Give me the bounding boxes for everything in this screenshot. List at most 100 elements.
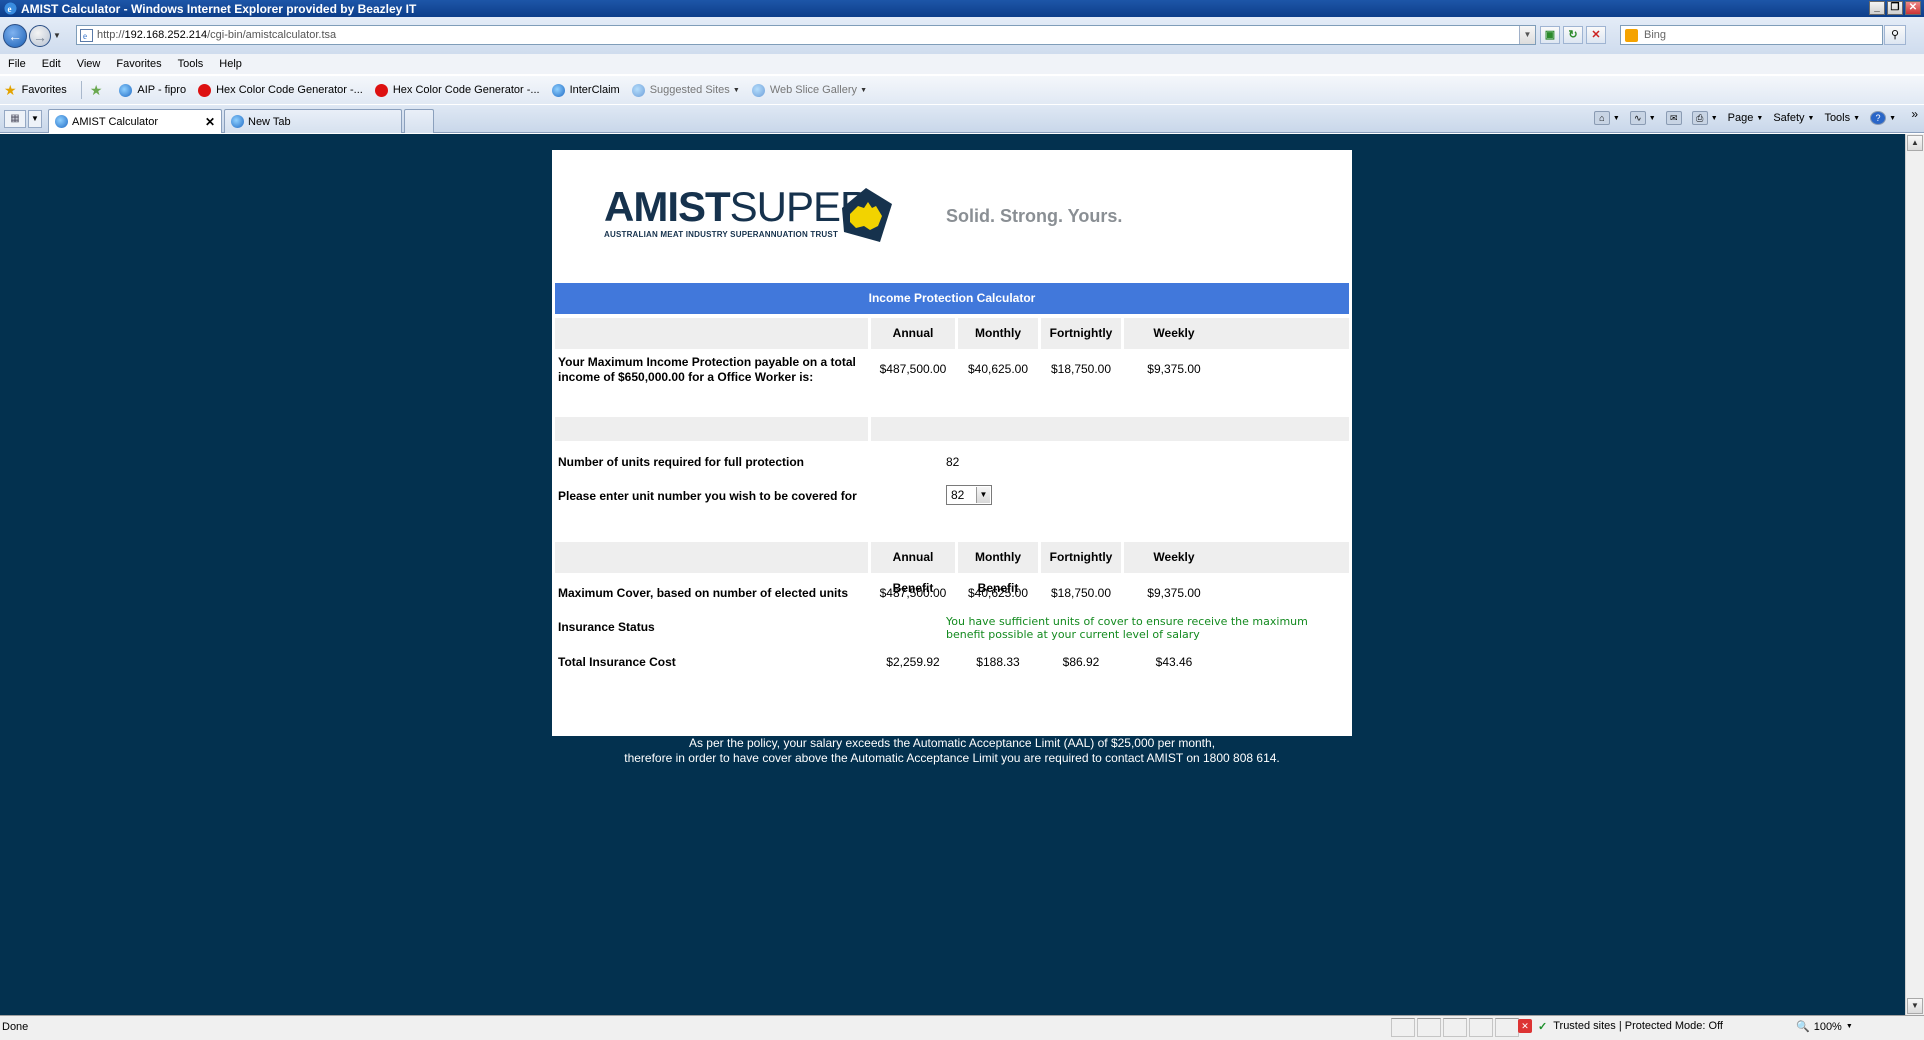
table1-header-monthly: Monthly [958,318,1038,349]
command-bar: ⌂ ▼ ∿ ▼ ✉ ⎙ ▼ Page ▼ Safety ▼ Tools ▼ ? ▼ [1593,111,1896,125]
table2-header-fortnightly: Fortnightly [1041,542,1121,573]
help-icon: ? [1870,111,1887,125]
ie-page-icon [119,83,133,97]
table1-header-blank [555,318,868,349]
tagline: Solid. Strong. Yours. [946,206,1123,226]
menu-view[interactable]: View [77,58,101,70]
forward-button[interactable]: → [29,24,51,47]
favorite-link-aip[interactable]: AIP - fipro [119,83,186,97]
ie-page-icon [751,83,765,97]
favorite-link-hex-2[interactable]: Hex Color Code Generator -... [374,83,540,97]
tab-amist-calculator[interactable]: AMIST Calculator ✕ [48,109,222,133]
tab-label: AMIST Calculator [72,115,158,128]
chevron-down-icon: ▼ [1853,114,1861,122]
status-pane [1495,1018,1519,1037]
url-field[interactable]: e http://192.168.252.214/cgi-bin/amistca… [76,25,1536,45]
total-cost-fortnightly: $86.92 [1062,655,1100,669]
tools-menu-button[interactable]: Tools ▼ [1824,112,1860,124]
home-button[interactable]: ⌂ ▼ [1593,111,1620,125]
star-icon: ★ [4,81,17,98]
calculator-card: AMISTSUPER AUSTRALIAN MEAT INDUSTRY SUPE… [552,150,1352,736]
ie-page-icon [231,115,244,128]
scroll-down-arrow[interactable]: ▼ [1907,998,1923,1014]
table2-header-monthly-benefit: Monthly Benefit [958,542,1038,595]
restore-button[interactable]: ❐ [1887,1,1903,15]
favorite-link-label: Web Slice Gallery [769,84,858,96]
search-field[interactable]: Bing [1620,25,1883,45]
chevron-down-icon: ▼ [860,86,868,94]
favorite-link-suggested-sites[interactable]: Suggested Sites ▼ [631,83,740,97]
close-window-button[interactable]: ✕ [1905,1,1921,15]
status-pane [1391,1018,1415,1037]
favorite-link-web-slice-gallery[interactable]: Web Slice Gallery ▼ [751,83,868,97]
table1-header-weekly: Weekly [1153,326,1195,340]
mail-button[interactable]: ✉ [1665,111,1682,125]
stop-button[interactable]: ✕ [1586,26,1606,44]
vertical-scrollbar[interactable]: ▲ ▼ [1905,134,1924,1015]
security-zone[interactable]: ✕ ✓ Trusted sites | Protected Mode: Off [1518,1019,1723,1033]
table2-header-annual-benefit: Annual Benefit [871,542,955,595]
minimize-button[interactable]: _ [1869,1,1885,15]
separator-row-right [871,417,1349,441]
insurance-status-label: Insurance Status [558,620,655,634]
page-menu-label: Page [1727,112,1754,124]
favorites-label: Favorites [21,84,67,96]
new-tab-button[interactable] [404,109,434,133]
url-scheme: http:// [97,29,125,41]
more-commands-icon[interactable]: » [1911,107,1918,121]
quick-tabs-button[interactable]: ▦ [4,110,26,128]
favorite-link-label: Hex Color Code Generator -... [216,84,363,96]
chevron-down-icon[interactable]: ▼ [976,487,990,503]
tab-list-dropdown[interactable]: ▼ [28,110,42,128]
tab-new-tab[interactable]: New Tab [224,109,402,133]
max-cover-label: Maximum Cover, based on number of electe… [558,586,849,600]
tab-row: ▦ ▼ AMIST Calculator ✕ New Tab ⌂ ▼ ∿ ▼ ✉ ⎙… [0,105,1924,133]
chevron-down-icon: ▼ [1845,1023,1853,1030]
menu-edit[interactable]: Edit [42,58,61,70]
recent-pages-dropdown[interactable]: ▼ [53,31,63,40]
menu-tools[interactable]: Tools [178,58,204,70]
table2-header-blank [555,542,868,573]
refresh-button[interactable]: ↻ [1563,26,1583,44]
page-menu-button[interactable]: Page ▼ [1728,112,1764,124]
home-icon: ⌂ [1593,111,1610,125]
feeds-button[interactable]: ∿ ▼ [1629,111,1656,125]
ie-page-icon [55,115,68,128]
zoom-icon: 🔍 [1796,1021,1810,1033]
menu-bar: File Edit View Favorites Tools Help [0,54,1924,74]
compatibility-view-button[interactable]: ▣ [1540,26,1560,44]
status-panes [1391,1018,1519,1037]
status-pane [1469,1018,1493,1037]
ie-icon: e [4,2,17,15]
add-favorite-icon: ★ [89,81,103,98]
svg-text:e: e [8,4,12,14]
favorite-link-interclaim[interactable]: InterClaim [551,83,620,97]
favorite-link-label: Hex Color Code Generator -... [392,84,540,96]
close-tab-icon[interactable]: ✕ [205,115,215,129]
print-button[interactable]: ⎙ ▼ [1691,111,1718,125]
chevron-down-icon: ▼ [1807,114,1815,122]
calculator-title-bar: Income Protection Calculator [555,283,1349,314]
favorite-link-label: Suggested Sites [649,84,730,96]
scroll-up-arrow[interactable]: ▲ [1907,135,1923,151]
menu-help[interactable]: Help [219,58,242,70]
menu-file[interactable]: File [8,58,26,70]
unit-number-select[interactable]: 82 ▼ [946,485,992,505]
chevron-down-icon: ▼ [1648,114,1656,122]
url-dropdown-button[interactable]: ▼ [1519,26,1535,44]
help-button[interactable]: ? ▼ [1870,111,1896,125]
back-button[interactable]: ← [3,23,27,48]
search-button[interactable]: ⚲ [1884,25,1906,45]
add-to-favorites-bar-button[interactable]: ★ [89,81,108,98]
svg-text:e: e [83,31,87,41]
favorites-separator [80,81,82,99]
menu-favorites[interactable]: Favorites [116,58,161,70]
unit-number-selected: 82 [951,488,965,502]
tools-menu-label: Tools [1824,112,1851,124]
zoom-control[interactable]: 🔍 100% ▼ [1796,1020,1853,1034]
safety-menu-button[interactable]: Safety ▼ [1773,112,1814,124]
favorite-link-hex-1[interactable]: Hex Color Code Generator -... [198,83,363,97]
status-pane [1443,1018,1467,1037]
units-required-label: Number of units required for full protec… [558,455,804,469]
favorites-button[interactable]: ★ Favorites [4,81,67,98]
